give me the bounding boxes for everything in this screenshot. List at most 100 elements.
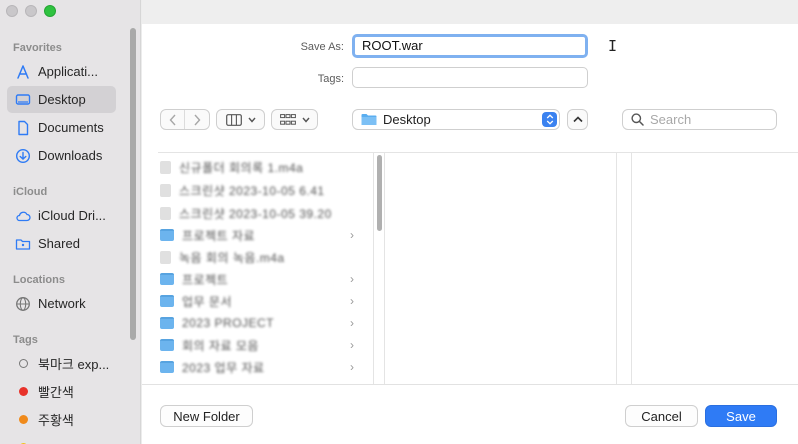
file-row[interactable]: 스크린샷 2023-10-05 6.41 [158,179,362,201]
chevron-right-icon: › [350,338,354,352]
sidebar-section-icloud: iCloud [13,186,48,198]
file-name: 2023 PROJECT [182,316,275,330]
sidebar-scrollbar[interactable] [130,28,136,340]
view-columns-button[interactable] [216,109,265,130]
tag-hollow-icon [15,356,31,372]
folder-icon [160,361,174,373]
folder-row[interactable]: 2023 PROJECT › [158,312,362,334]
file-name: 회의 자료 모음 [182,338,259,353]
chevron-left-icon [169,114,176,125]
collapse-dialog-button[interactable] [567,109,588,130]
sidebar-section-favorites: Favorites [13,42,62,54]
chevron-right-icon: › [350,316,354,330]
group-by-button[interactable] [271,109,318,130]
folder-row[interactable]: 회의 자료 모음 › [158,334,362,356]
folder-icon [160,229,174,241]
column-divider[interactable] [631,153,632,384]
chevron-right-icon: › [350,228,354,242]
file-row[interactable]: 스크린샷 2023-10-05 39.20 [158,202,362,224]
folder-icon [361,114,377,125]
save-button[interactable]: Save [705,405,777,427]
location-popup[interactable]: Desktop [352,109,560,130]
chevron-up-icon [572,116,583,123]
chevron-right-icon [194,114,201,125]
forward-button[interactable] [185,110,209,129]
save-dialog: Save As: ROOT.war I Tags: Desktop Search [142,0,798,444]
sidebar-tag-orange[interactable]: 주황색 [7,406,116,433]
folder-icon [160,295,174,307]
folder-icon [160,317,174,329]
file-browser: 신규폴더 회의록 1.m4a 스크린샷 2023-10-05 6.41 스크린샷… [158,152,798,384]
file-name: 프로젝트 [182,272,229,287]
sidebar-item-label: Shared [38,236,80,251]
file-row[interactable]: 녹음 회의 녹음.m4a [158,246,362,268]
file-row[interactable]: 신규폴더 회의록 1.m4a [158,156,362,178]
sidebar-item-documents[interactable]: Documents [7,114,116,141]
sidebar-item-label: Desktop [38,92,86,107]
file-icon [160,160,171,174]
tags-input[interactable] [352,67,588,88]
folder-row[interactable]: 프로젝트 자료 › [158,224,362,246]
folder-icon [160,339,174,351]
network-globe-icon [15,296,31,312]
sidebar-tag-bookmark[interactable]: 북마크 exp... [7,350,116,377]
sidebar-section-tags: Tags [13,334,38,346]
sidebar-item-label: Applicati... [38,64,98,79]
sidebar-item-network[interactable]: Network [7,290,116,317]
search-field[interactable]: Search [622,109,777,130]
desktop-icon [15,92,31,108]
search-icon [631,113,644,126]
sidebar-item-desktop[interactable]: Desktop [7,86,116,113]
chevron-down-icon [301,117,310,123]
folder-row[interactable]: 2023 업무 자료 › [158,356,362,378]
save-as-input[interactable]: ROOT.war [352,34,588,58]
sidebar-item-applications[interactable]: Applicati... [7,58,116,85]
minimize-window-button[interactable] [25,5,37,17]
file-name: 스크린샷 2023-10-05 6.41 [179,183,325,198]
column-divider[interactable] [384,153,385,384]
chevron-down-icon [247,117,256,123]
file-icon [160,183,171,197]
shared-folder-icon [15,236,31,252]
file-icon [160,250,171,264]
file-name: 녹음 회의 녹음.m4a [179,250,285,265]
title-bar [142,0,798,24]
sidebar-item-label: 주황색 [38,413,74,428]
chevron-right-icon: › [350,272,354,286]
sidebar-tag-yellow[interactable] [7,434,116,444]
folder-row[interactable]: 업무 문서 › [158,290,362,312]
sidebar-item-label: iCloud Dri... [38,208,106,223]
chevron-right-icon: › [350,360,354,374]
sidebar-section-locations: Locations [13,274,65,286]
file-icon [160,206,171,220]
file-name: 프로젝트 자료 [182,228,256,243]
location-stepper[interactable] [542,112,557,127]
documents-icon [15,120,31,136]
sidebar-item-label: 빨간색 [38,385,74,400]
up-down-chevron-icon [546,114,553,125]
save-as-label: Save As: [300,41,344,53]
close-window-button[interactable] [6,5,18,17]
file-name: 스크린샷 2023-10-05 39.20 [179,206,332,221]
new-folder-button[interactable]: New Folder [160,405,253,427]
zoom-window-button[interactable] [44,5,56,17]
file-column-scrollbar[interactable] [377,155,382,231]
file-name: 업무 문서 [182,294,232,309]
folder-icon [160,273,174,285]
cancel-button[interactable]: Cancel [625,405,698,427]
search-placeholder: Search [650,112,692,127]
sidebar-item-downloads[interactable]: Downloads [7,142,116,169]
back-button[interactable] [161,110,186,129]
grid-view-icon [279,113,296,125]
sidebar-item-label: Downloads [38,148,103,163]
downloads-icon [15,148,31,164]
folder-row[interactable]: 프로젝트 › [158,268,362,290]
tag-red-icon [15,384,31,400]
applications-icon [15,64,31,80]
sidebar-item-shared[interactable]: Shared [7,230,116,257]
sidebar-item-label: Network [38,296,86,311]
column-divider[interactable] [616,153,617,384]
dialog-footer: New Folder Cancel Save [142,384,798,444]
sidebar-tag-red[interactable]: 빨간색 [7,378,116,405]
sidebar-item-icloud-drive[interactable]: iCloud Dri... [7,202,116,229]
